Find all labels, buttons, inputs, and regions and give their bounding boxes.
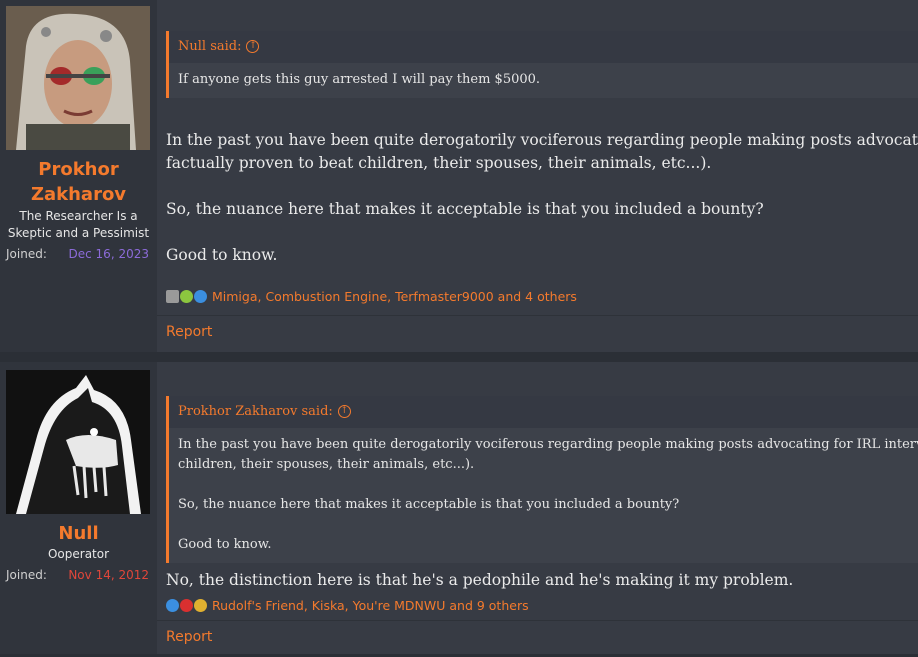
message-line: So, the nuance here that makes it accept… [166, 200, 764, 218]
quote-author: Prokhor Zakharov said: [178, 404, 333, 419]
thumbs-up-icon [166, 599, 179, 612]
report-link[interactable]: Report [166, 629, 212, 645]
joined-label: Joined: [6, 568, 47, 582]
joined-label: Joined: [6, 247, 47, 261]
user-sidebar: Null Ooperator Joined: Nov 14, 2012 [0, 362, 157, 654]
quote-block: Null said: ↑ If anyone gets this guy arre… [166, 31, 918, 98]
jump-to-quote-icon[interactable]: ↑ [337, 405, 351, 418]
quote-line: If anyone gets this guy arrested I will … [178, 72, 541, 87]
heart-icon [180, 599, 193, 612]
username-line: Zakharov [30, 184, 127, 205]
quote-header[interactable]: Null said: ↑ [169, 31, 918, 63]
quote-line: children, their spouses, their animals, … [178, 457, 475, 472]
message-line: factually proven to beat children, their… [166, 154, 712, 172]
joined-date: Dec 16, 2023 [68, 247, 149, 261]
thumbs-up-icon [194, 290, 207, 303]
quote-author: Null said: [178, 39, 242, 54]
message-line: In the past you have been quite derogato… [166, 131, 918, 149]
post-footer: Report [157, 620, 918, 657]
quote-line: Good to know. [178, 537, 272, 552]
reactions-text[interactable]: Rudolf's Friend, Kiska, You're MDNWU and… [212, 598, 529, 613]
robot-icon [166, 290, 179, 303]
quote-body: In the past you have been quite derogato… [169, 428, 918, 563]
username-line: Prokhor [38, 159, 119, 180]
message-line: No, the distinction here is that he's a … [166, 571, 794, 589]
user-title: The Researcher Is a Skeptic and a Pessim… [0, 208, 157, 242]
reactions-bar[interactable]: Mimiga, Combustion Engine, Terfmaster900… [166, 289, 577, 304]
quote-block: Prokhor Zakharov said: ↑ In the past you … [166, 396, 918, 563]
message-body: In the past you have been quite derogato… [166, 129, 918, 267]
post: Null Ooperator Joined: Nov 14, 2012 Prok… [0, 362, 918, 654]
quote-line: So, the nuance here that makes it accept… [178, 497, 680, 512]
username[interactable]: Null [0, 521, 157, 546]
puzzle-icon [180, 290, 193, 303]
post: Prokhor Zakharov The Researcher Is a Ske… [0, 0, 918, 352]
reactions-bar[interactable]: Rudolf's Friend, Kiska, You're MDNWU and… [166, 598, 529, 613]
reactions-text[interactable]: Mimiga, Combustion Engine, Terfmaster900… [212, 289, 577, 304]
joined-date: Nov 14, 2012 [68, 568, 149, 582]
user-title-line: Skeptic and a Pessimist [7, 226, 150, 240]
user-title: Ooperator [47, 547, 110, 561]
post-main: Prokhor Zakharov said: ↑ In the past you … [157, 362, 918, 654]
message-body: No, the distinction here is that he's a … [166, 569, 918, 592]
medal-icon [194, 599, 207, 612]
post-footer: Report [157, 315, 918, 352]
username[interactable]: Prokhor Zakharov [0, 157, 157, 207]
jump-to-quote-icon[interactable]: ↑ [246, 40, 260, 53]
avatar[interactable] [6, 6, 150, 150]
user-title-line: The Researcher Is a [19, 209, 138, 223]
avatar[interactable] [6, 370, 150, 514]
message-line: Good to know. [166, 246, 278, 264]
report-link[interactable]: Report [166, 324, 212, 340]
quote-body: If anyone gets this guy arrested I will … [169, 63, 918, 98]
user-sidebar: Prokhor Zakharov The Researcher Is a Ske… [0, 0, 157, 352]
quote-header[interactable]: Prokhor Zakharov said: ↑ [169, 396, 918, 428]
quote-line: In the past you have been quite derogato… [178, 437, 918, 452]
post-main: Null said: ↑ If anyone gets this guy arre… [157, 0, 918, 352]
